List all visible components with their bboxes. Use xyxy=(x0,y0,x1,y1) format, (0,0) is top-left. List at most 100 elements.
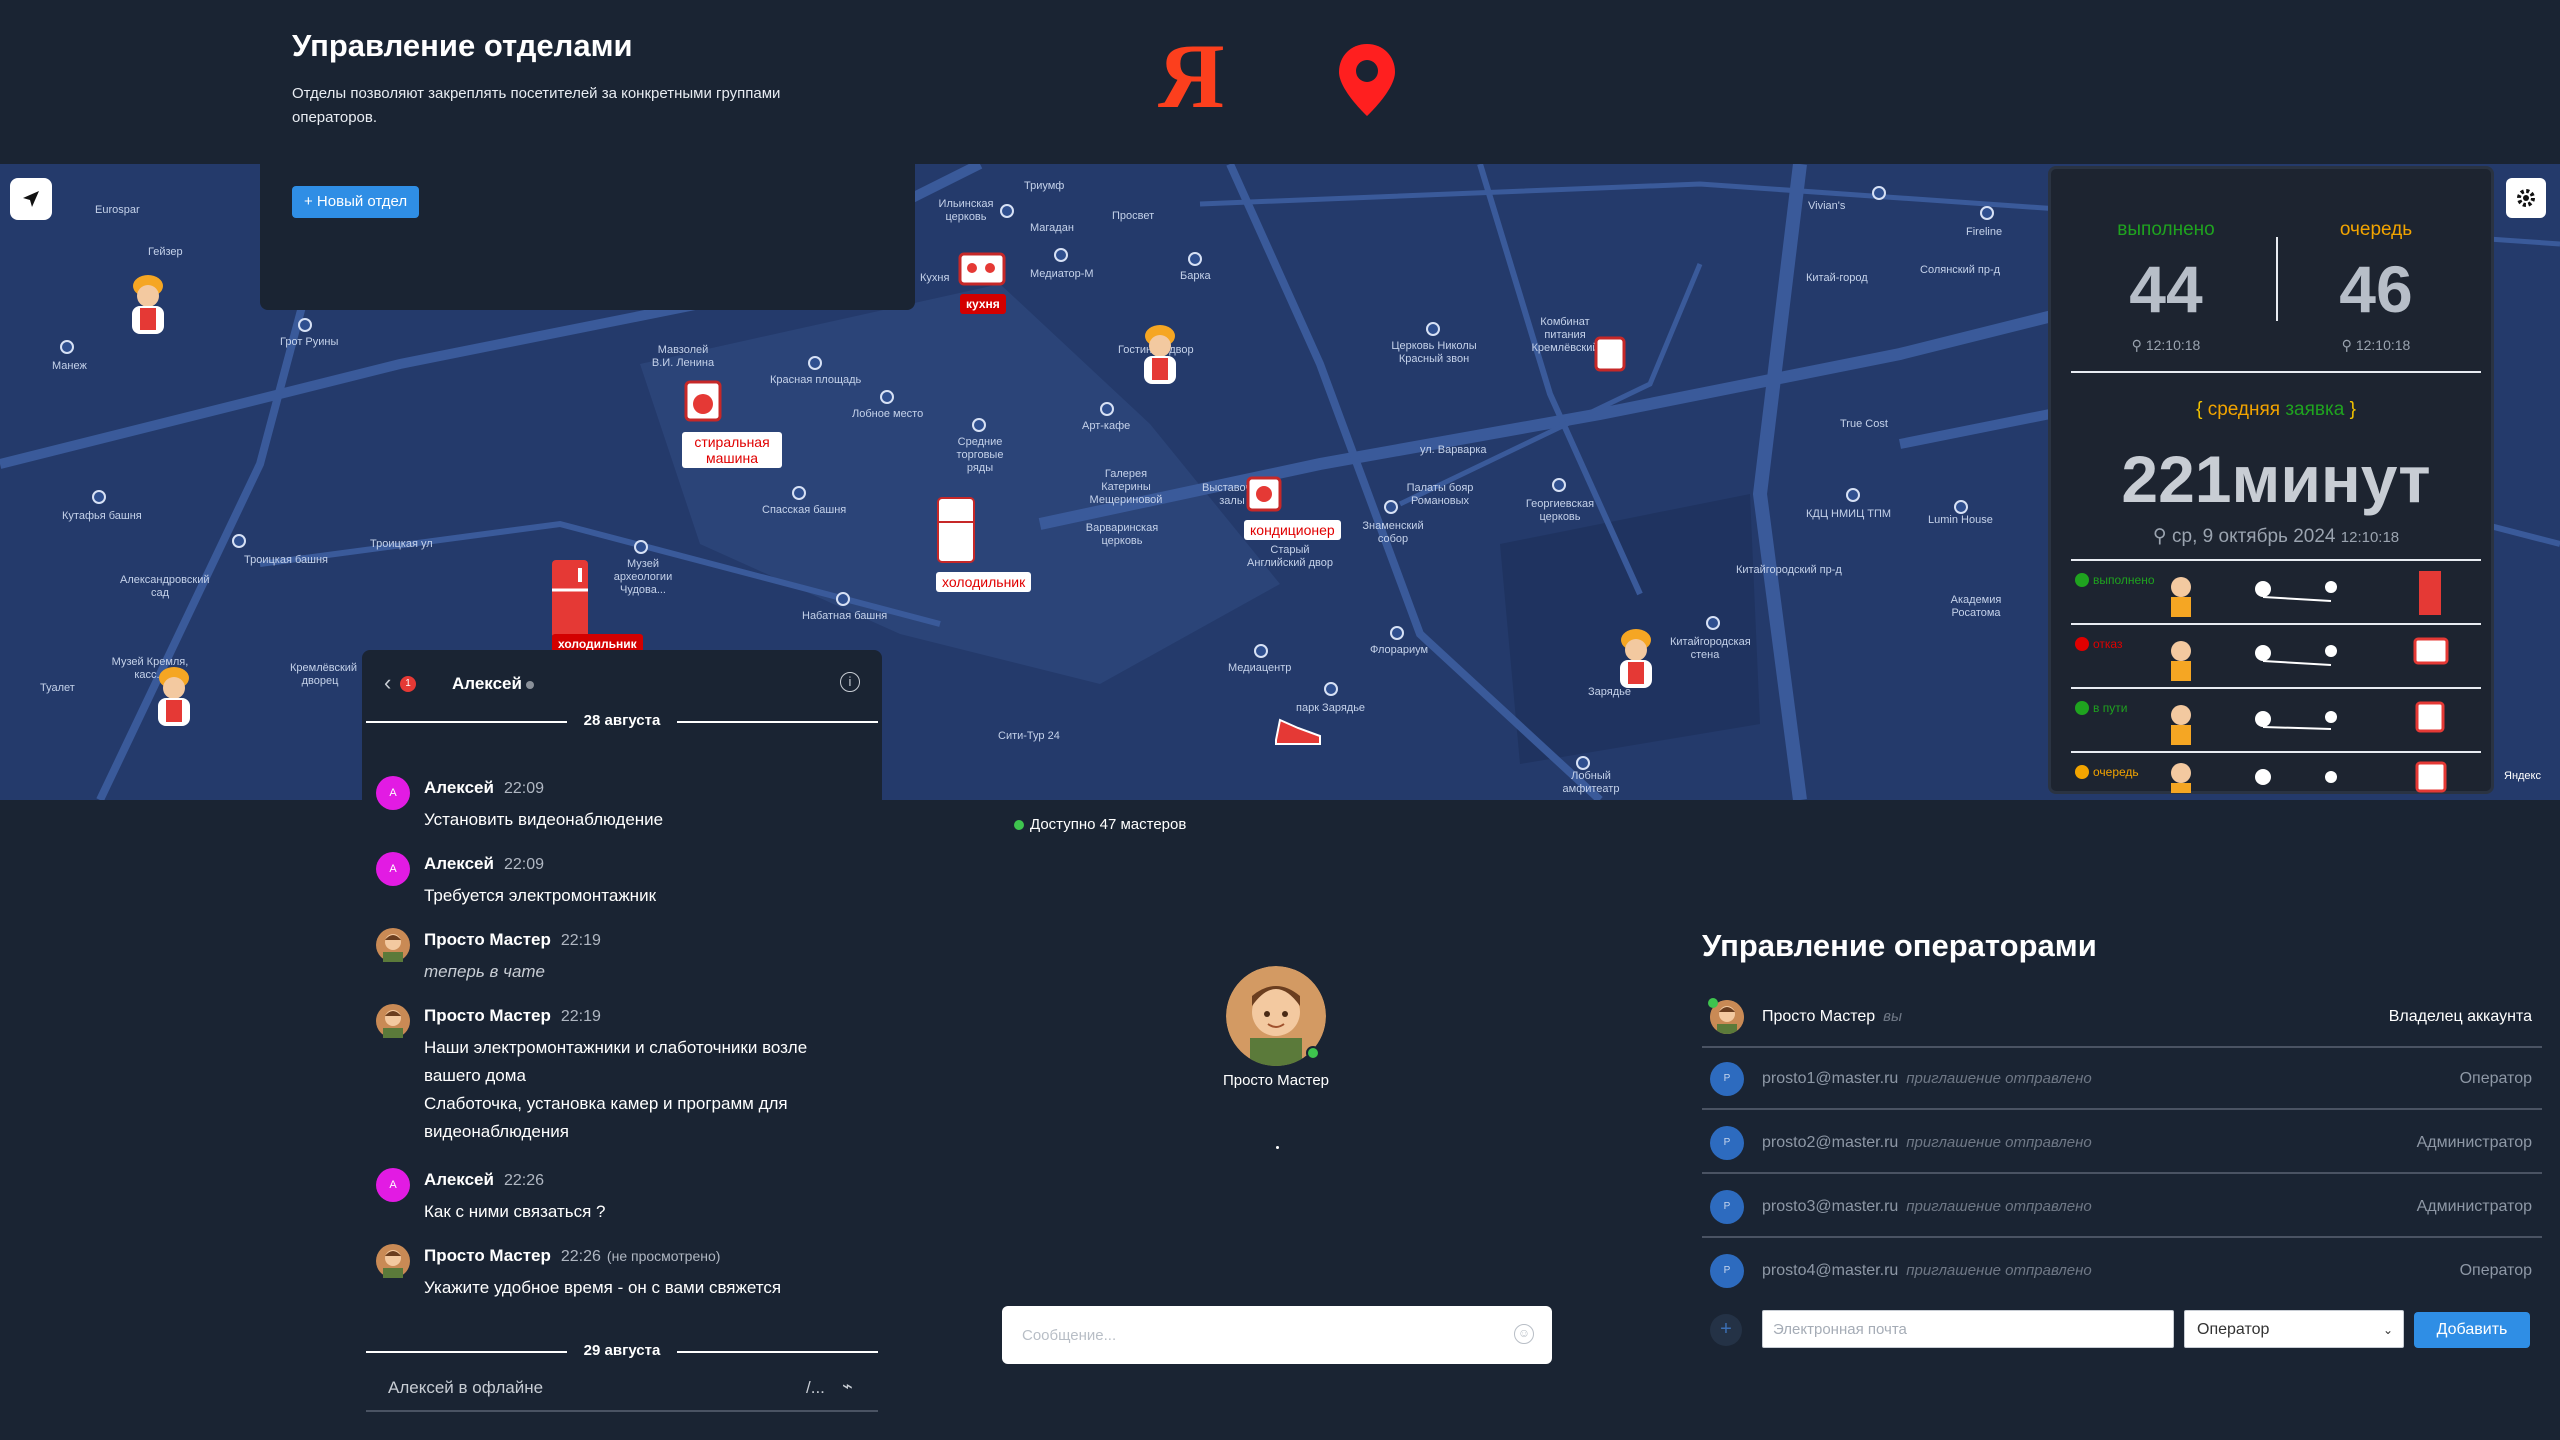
fridge-white-marker-icon[interactable] xyxy=(934,494,978,571)
aircon-marker-icon[interactable] xyxy=(1244,474,1284,519)
message-text: Установить видеонаблюдение xyxy=(424,810,664,829)
metro-icon[interactable] xyxy=(60,340,74,354)
masters-available: Доступно 47 мастеров xyxy=(1014,816,1186,833)
emoji-icon[interactable]: ☺ xyxy=(1514,1324,1534,1344)
message-text: Требуется электромонтажник xyxy=(424,886,657,905)
poi-icon[interactable] xyxy=(1384,500,1398,514)
status-row-queue[interactable]: очередь xyxy=(2071,751,2481,793)
avg-label: { средняя заявка } xyxy=(2196,399,2356,420)
map-label: Туалет xyxy=(40,682,75,694)
poi-icon[interactable] xyxy=(634,540,648,554)
map-label: Барка xyxy=(1180,270,1211,282)
poi-icon[interactable] xyxy=(808,356,822,370)
map-label: Грот Руины xyxy=(280,336,339,348)
master-avatar xyxy=(376,1004,410,1038)
poi-icon[interactable] xyxy=(1254,644,1268,658)
map-label: Георгиевская церковь xyxy=(1525,498,1595,523)
status-row-done[interactable]: выполнено xyxy=(2071,559,2481,623)
poi-icon[interactable] xyxy=(1706,616,1720,630)
yandex-logo: Я xyxy=(1158,25,1225,127)
worker-marker-icon[interactable] xyxy=(1138,324,1182,386)
kitchen-marker-icon[interactable] xyxy=(956,248,1008,293)
map-label: Набатная башня xyxy=(802,610,888,622)
poi-icon[interactable] xyxy=(1390,626,1404,640)
plus-icon[interactable]: + xyxy=(1710,1314,1742,1346)
poi-icon[interactable] xyxy=(1054,248,1068,262)
poi-icon[interactable] xyxy=(1324,682,1338,696)
poi-icon[interactable] xyxy=(1552,478,1566,492)
poi-icon[interactable] xyxy=(92,490,106,504)
washer-marker-icon[interactable] xyxy=(682,378,724,429)
operator-row[interactable]: P prosto1@master.ru приглашение отправлен… xyxy=(1702,1048,2542,1110)
poi-icon[interactable] xyxy=(1188,252,1202,266)
settings-button[interactable] xyxy=(2506,178,2546,218)
message-text: Укажите удобное время - он с вами свяжет… xyxy=(424,1278,782,1297)
poi-icon[interactable] xyxy=(232,534,246,548)
map-label: Lumin House xyxy=(1928,514,1993,526)
sneaker-marker-icon[interactable] xyxy=(1272,710,1324,755)
map-label: Троицкая ул xyxy=(370,538,433,550)
poi-icon[interactable] xyxy=(1000,204,1014,218)
washer-tag[interactable]: стиральная машина xyxy=(682,432,782,468)
status-row-refused[interactable]: отказ xyxy=(2071,623,2481,687)
queue-time: ⚲ 12:10:18 xyxy=(2341,337,2411,353)
map-label: Vivian's xyxy=(1808,200,1846,212)
poi-icon[interactable] xyxy=(880,390,894,404)
map-label: Средние торговые ряды xyxy=(956,436,1004,474)
poi-icon[interactable] xyxy=(972,418,986,432)
poi-icon[interactable] xyxy=(1980,206,1994,220)
chat-input-bar[interactable]: Алексей в офлайне /... ⌁ xyxy=(366,1360,878,1412)
date-separator: 28 августа xyxy=(366,712,878,730)
master-avatar xyxy=(376,928,410,962)
route-icon xyxy=(2171,761,2447,793)
stats-divider xyxy=(2276,237,2278,321)
operator-row[interactable]: P prosto2@master.ru приглашение отправлен… xyxy=(1702,1112,2542,1174)
worker-marker-icon[interactable] xyxy=(1614,628,1658,690)
poi-icon[interactable] xyxy=(1100,402,1114,416)
map-label: Церковь Николы Красный звон xyxy=(1391,340,1477,365)
status-row-on-the-way[interactable]: в пути xyxy=(2071,687,2481,751)
stats-panel: выполнено 44 ⚲ 12:10:18 очередь 46 ⚲ 12:… xyxy=(2048,166,2494,794)
operator-row[interactable]: P prosto3@master.ru приглашение отправлен… xyxy=(1702,1176,2542,1238)
paperclip-icon[interactable]: ⌁ xyxy=(842,1376,853,1397)
operator-name: Просто Мастер xyxy=(1222,1072,1330,1089)
back-chevron-icon[interactable]: ‹ xyxy=(384,670,391,696)
poi-icon[interactable] xyxy=(298,318,312,332)
poi-icon[interactable] xyxy=(792,486,806,500)
message-box[interactable]: ☺ xyxy=(1002,1306,1552,1364)
map-label: Кухня xyxy=(920,272,950,284)
poi-icon[interactable] xyxy=(1426,322,1440,336)
operator-row[interactable]: P prosto4@master.ru приглашение отправлен… xyxy=(1702,1240,2542,1302)
poi-icon[interactable] xyxy=(1576,756,1590,770)
avatar: А xyxy=(376,1168,410,1202)
poi-icon[interactable] xyxy=(1872,186,1886,200)
map-label: Eurospar xyxy=(95,204,140,216)
command-hint[interactable]: /... xyxy=(806,1378,825,1398)
fridge-white-tag[interactable]: холодильник xyxy=(936,572,1032,592)
poi-icon[interactable] xyxy=(1846,488,1860,502)
operator-role: Владелец аккаунта xyxy=(2388,1008,2532,1025)
avatar: А xyxy=(376,852,410,886)
aircon-tag[interactable]: кондиционер xyxy=(1244,520,1341,540)
map-label: Кремлёвский дворец xyxy=(290,662,358,687)
info-icon[interactable]: i xyxy=(840,672,860,692)
operator-email: prosto4@master.ru приглашение отправлено xyxy=(1762,1262,2092,1279)
geolocation-button[interactable] xyxy=(10,178,52,220)
new-department-button[interactable]: + Новый отдел xyxy=(292,186,420,218)
message-author: Алексей 22:09 xyxy=(424,854,544,873)
operator-row[interactable]: Просто Мастер вы Владелец аккаунта xyxy=(1702,986,2542,1048)
online-dot xyxy=(1306,1046,1320,1060)
poi-icon[interactable] xyxy=(1954,500,1968,514)
message-input[interactable] xyxy=(1022,1322,1482,1348)
poi-icon[interactable] xyxy=(836,592,850,606)
appliance-marker-icon[interactable] xyxy=(1592,334,1628,379)
map-label: КДЦ НМИЦ ТПМ xyxy=(1806,508,1892,520)
role-select[interactable]: Оператор ⌄ xyxy=(2184,1310,2404,1348)
add-operator-button[interactable]: Добавить xyxy=(2414,1312,2530,1348)
map-label: Флорариум xyxy=(1370,644,1429,656)
worker-marker-icon[interactable] xyxy=(126,274,170,336)
kitchen-tag[interactable]: кухня xyxy=(960,294,1006,314)
email-field[interactable] xyxy=(1762,1310,2174,1348)
worker-marker-icon[interactable] xyxy=(152,666,196,728)
map-label: Fireline xyxy=(1966,226,2003,238)
